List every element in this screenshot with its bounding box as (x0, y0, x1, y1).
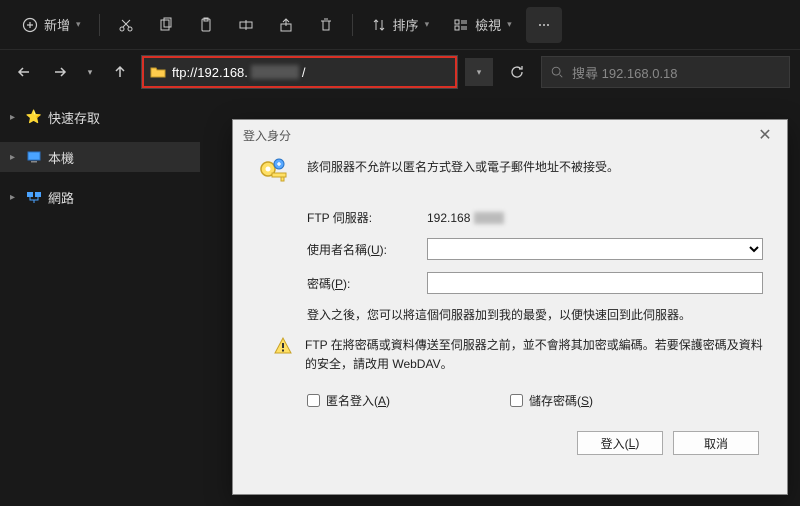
address-history-dropdown[interactable]: ▾ (465, 58, 493, 86)
address-bar[interactable]: ftp://192.168./ (142, 56, 457, 88)
cancel-button[interactable]: 取消 (673, 431, 759, 455)
refresh-button[interactable] (501, 56, 533, 88)
nav-bar: ▾ ftp://192.168./ ▾ 搜尋 192.168.0.18 (0, 50, 800, 94)
chevron-right-icon: ▸ (10, 112, 20, 123)
divider (99, 14, 100, 36)
sidebar-item-label: 快速存取 (48, 108, 100, 127)
dialog-titlebar: 登入身分 ✕ (233, 120, 787, 150)
share-icon (278, 17, 294, 33)
up-button[interactable] (106, 58, 134, 86)
login-button[interactable]: 登入(L) (577, 431, 663, 455)
more-icon (536, 17, 552, 33)
back-button[interactable] (10, 58, 38, 86)
sidebar-item-quick-access[interactable]: ▸ ⭐ 快速存取 (0, 102, 200, 132)
copy-button[interactable] (148, 7, 184, 43)
sidebar-item-label: 本機 (48, 148, 74, 167)
folder-icon (150, 64, 166, 80)
arrow-right-icon (53, 65, 67, 79)
search-icon (550, 65, 564, 79)
sort-icon (371, 17, 387, 33)
save-password-checkbox[interactable]: 儲存密碼(S) (510, 392, 593, 409)
arrow-left-icon (17, 65, 31, 79)
password-field[interactable] (427, 272, 763, 294)
top-toolbar: 新增 ▾ 排序 ▾ 檢視 ▾ (0, 0, 800, 50)
new-label: 新增 (44, 15, 70, 34)
close-button[interactable]: ✕ (753, 123, 777, 147)
chevron-down-icon: ▾ (425, 19, 430, 30)
forward-button[interactable] (46, 58, 74, 86)
rename-icon (238, 17, 254, 33)
anonymous-checkbox-input[interactable] (307, 394, 320, 407)
chevron-down-icon: ▾ (477, 67, 482, 78)
delete-button[interactable] (308, 7, 344, 43)
server-value: 192.168 (427, 211, 763, 225)
chevron-down-icon: ▾ (76, 19, 81, 30)
recent-dropdown[interactable]: ▾ (82, 58, 98, 86)
chevron-right-icon: ▸ (10, 192, 20, 203)
server-label: FTP 伺服器: (307, 209, 427, 226)
sidebar-item-label: 網路 (48, 188, 74, 207)
warning-icon (273, 336, 293, 374)
new-button[interactable]: 新增 ▾ (12, 7, 91, 43)
more-button[interactable] (526, 7, 562, 43)
share-button[interactable] (268, 7, 304, 43)
sort-label: 排序 (393, 15, 419, 34)
star-icon: ⭐ (26, 109, 42, 125)
cut-icon (118, 17, 134, 33)
trash-icon (318, 17, 334, 33)
username-label: 使用者名稱(U): (307, 241, 427, 258)
cut-button[interactable] (108, 7, 144, 43)
paste-button[interactable] (188, 7, 224, 43)
dialog-message: 該伺服器不允許以匿名方式登入或電子郵件地址不被接受。 (307, 158, 763, 177)
password-label: 密碼(P): (307, 275, 427, 292)
view-label: 檢視 (475, 15, 501, 34)
pc-icon (26, 149, 42, 165)
sidebar-item-network[interactable]: ▸ 網路 (0, 182, 200, 212)
divider (352, 14, 353, 36)
save-password-checkbox-input[interactable] (510, 394, 523, 407)
security-warning: FTP 在將密碼或資料傳送至伺服器之前，並不會將其加密或編碼。若要保護密碼及資料… (305, 336, 763, 374)
dialog-title: 登入身分 (243, 127, 291, 144)
network-icon (26, 189, 42, 205)
plus-circle-icon (22, 17, 38, 33)
paste-icon (198, 17, 214, 33)
view-icon (453, 17, 469, 33)
chevron-down-icon: ▾ (507, 19, 512, 30)
search-placeholder: 搜尋 192.168.0.18 (572, 63, 678, 82)
search-input[interactable]: 搜尋 192.168.0.18 (541, 56, 790, 88)
sidebar-item-this-pc[interactable]: ▸ 本機 (0, 142, 200, 172)
view-button[interactable]: 檢視 ▾ (443, 7, 522, 43)
ftp-login-dialog: 登入身分 ✕ 該伺服器不允許以匿名方式登入或電子郵件地址不被接受。 FTP 伺服… (232, 119, 788, 495)
chevron-right-icon: ▸ (10, 152, 20, 163)
username-combobox[interactable] (427, 238, 763, 260)
refresh-icon (509, 64, 525, 80)
sidebar: ▸ ⭐ 快速存取 ▸ 本機 ▸ 網路 (0, 94, 200, 506)
copy-icon (158, 17, 174, 33)
anonymous-checkbox[interactable]: 匿名登入(A) (307, 392, 390, 409)
address-text: ftp://192.168./ (172, 65, 449, 80)
rename-button[interactable] (228, 7, 264, 43)
close-icon: ✕ (758, 125, 771, 145)
sort-button[interactable]: 排序 ▾ (361, 7, 440, 43)
favorites-hint: 登入之後，您可以將這個伺服器加到我的最愛，以便快速回到此伺服器。 (307, 306, 763, 324)
keys-icon (257, 158, 293, 195)
chevron-down-icon: ▾ (88, 67, 93, 78)
arrow-up-icon (113, 65, 127, 79)
